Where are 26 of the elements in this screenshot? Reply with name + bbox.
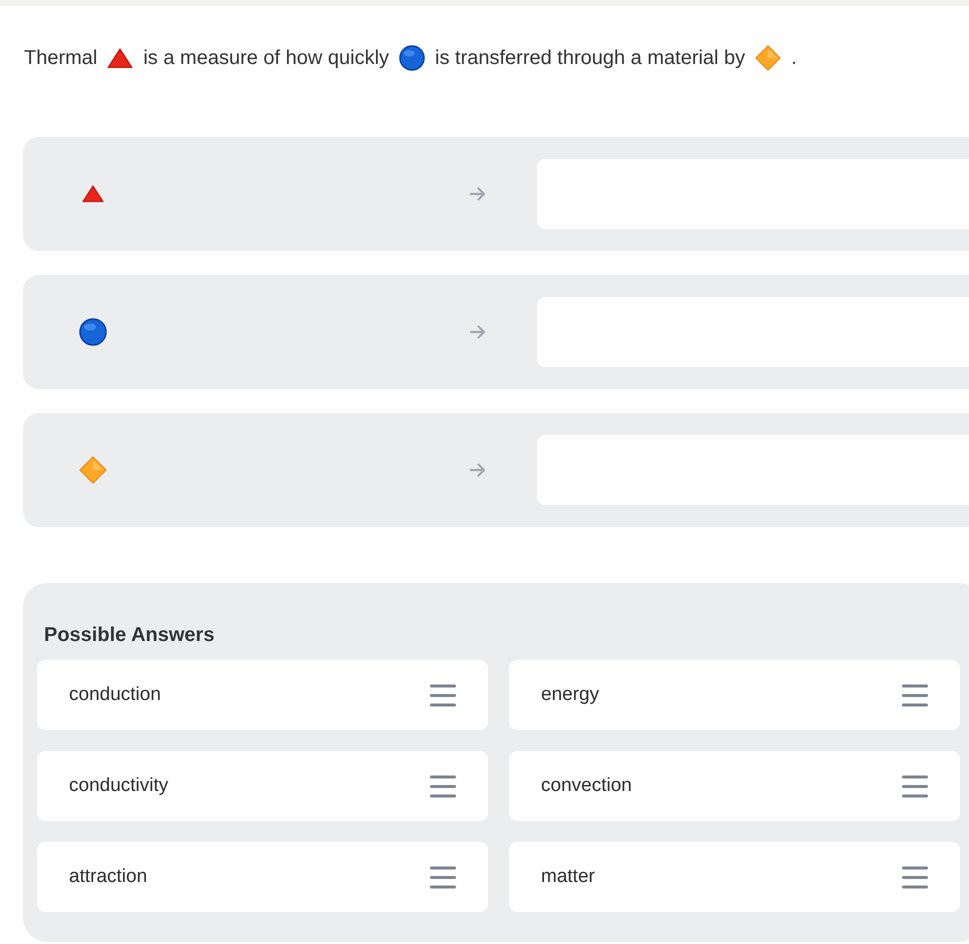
- answer-chip[interactable]: conduction: [37, 660, 488, 730]
- prompt-text: is a measure of how quickly: [143, 46, 390, 71]
- prompt-text: Thermal: [24, 46, 98, 71]
- arrow-right-icon: [469, 462, 487, 478]
- circle-icon: [78, 318, 106, 346]
- answers-title: Possible Answers: [43, 623, 216, 648]
- diamond-icon: [78, 456, 106, 484]
- drag-handle-icon[interactable]: [902, 774, 928, 798]
- triangle-icon: [107, 48, 134, 68]
- drag-handle-icon[interactable]: [430, 866, 456, 888]
- diamond-icon: [755, 45, 782, 71]
- answer-chip[interactable]: attraction: [37, 842, 488, 912]
- drag-handle-icon[interactable]: [902, 866, 928, 888]
- answer-chip[interactable]: energy: [509, 660, 960, 730]
- drag-handle-icon[interactable]: [430, 774, 456, 798]
- arrow-right-icon: [469, 186, 487, 202]
- triangle-icon: [82, 185, 104, 203]
- prompt-text: .: [791, 46, 797, 71]
- circle-icon: [399, 45, 426, 71]
- answer-chip[interactable]: convection: [509, 751, 960, 821]
- answer-chip[interactable]: conductivity: [37, 751, 488, 821]
- prompt-text: is transferred through a material by: [435, 46, 746, 71]
- drag-handle-icon[interactable]: [902, 684, 928, 706]
- drag-handle-icon[interactable]: [430, 684, 456, 706]
- answer-chip[interactable]: matter: [509, 842, 960, 912]
- arrow-right-icon: [469, 324, 487, 340]
